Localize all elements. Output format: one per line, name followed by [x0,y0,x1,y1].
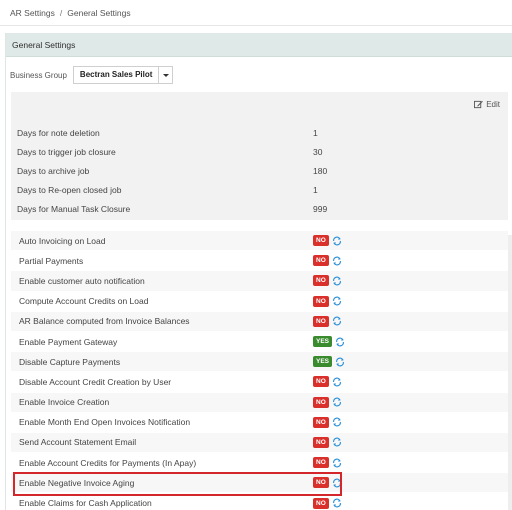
toggle-row: Enable Payment Gateway YES [11,332,508,353]
sync-icon[interactable] [332,397,342,407]
setting-label: Days to archive job [17,166,90,176]
setting-row: Days to Re-open closed job 1 [17,181,497,199]
toggle-row: Partial Payments NO [11,251,508,272]
sync-icon[interactable] [335,357,345,367]
status-badge: YES [313,356,333,368]
toggle-row: Enable Month End Open Invoices Notificat… [11,413,508,433]
status-badge: NO [313,295,329,307]
toggle-settings-list: Auto Invoicing on Load NO Partial Payments… [11,231,508,510]
toggle-row: Disable Account Credit Creation by User N… [11,372,508,393]
toggle-label: Auto Invoicing on Load [19,235,106,246]
toggle-label: Disable Capture Payments [19,356,121,367]
toggle-label: Disable Account Credit Creation by User [19,376,172,387]
toggle-label: Compute Account Credits on Load [19,296,149,307]
sync-icon[interactable] [335,337,345,347]
sync-icon[interactable] [332,296,342,306]
toggle-label: Enable Claims for Cash Application [19,498,152,509]
business-group-row: Business Group Bectran Sales Pilot [10,66,174,84]
toggle-label: Enable customer auto notification [19,275,145,286]
toggle-row: Enable Account Credits for Payments (In … [11,453,508,474]
business-group-select[interactable]: Bectran Sales Pilot [72,66,174,84]
status-badge: NO [313,477,329,489]
sync-icon[interactable] [332,377,342,387]
setting-row: Days for Manual Task Closure 999 [17,200,497,218]
breadcrumb-current: General Settings [67,8,131,18]
toggle-label: Enable Negative Invoice Aging [19,477,135,488]
toggle-label: AR Balance computed from Invoice Balance… [19,316,190,327]
setting-row: Days to archive job 180 [17,162,497,180]
toggle-row: Disable Capture Payments YES [11,352,508,373]
toggle-row: Enable Negative Invoice Aging NO [11,473,508,494]
toggle-label: Enable Payment Gateway [19,336,118,347]
sync-icon[interactable] [332,417,342,427]
panel-title: General Settings [6,33,512,57]
sync-icon[interactable] [332,316,342,326]
breadcrumb-parent-link[interactable]: AR Settings [10,8,55,18]
status-badge: NO [313,416,329,428]
business-group-dropdown-button[interactable] [158,67,172,83]
breadcrumb-separator: / [59,8,63,18]
sync-icon[interactable] [332,437,342,447]
status-badge: NO [313,436,329,448]
status-badge: NO [313,255,329,267]
toggle-row: AR Balance computed from Invoice Balance… [11,311,508,332]
edit-icon [474,100,484,109]
setting-label: Days to trigger job closure [17,147,116,157]
edit-button[interactable]: Edit [474,100,500,109]
setting-row: Days for note deletion 1 [17,124,497,142]
toggle-label: Partial Payments [19,255,84,266]
toggle-row: Enable Invoice Creation NO [11,392,508,413]
numeric-settings-box: Edit Days for note deletion 1 Days to tr… [11,92,508,220]
sync-icon[interactable] [332,478,342,488]
status-badge: YES [313,336,333,348]
toggle-label: Enable Month End Open Invoices Notificat… [19,417,191,428]
status-badge: NO [313,235,329,247]
toggle-label: Enable Account Credits for Payments (In … [19,457,197,468]
status-badge: NO [313,457,329,469]
sync-icon[interactable] [332,256,342,266]
chevron-down-icon [162,73,169,77]
toggle-label: Enable Invoice Creation [19,397,110,408]
toggle-row: Enable customer auto notification NO [11,271,508,292]
setting-value: 1 [313,128,318,138]
toggle-row: Compute Account Credits on Load NO [11,292,508,312]
status-badge: NO [313,275,329,287]
breadcrumb: AR Settings / General Settings [10,8,131,18]
setting-label: Days for Manual Task Closure [17,204,131,214]
status-badge: NO [313,376,329,388]
setting-label: Days for note deletion [17,128,100,138]
status-badge: NO [313,315,329,327]
setting-row: Days to trigger job closure 30 [17,143,497,161]
status-badge: NO [313,396,329,408]
toggle-row: Send Account Statement Email NO [11,432,508,454]
sync-icon[interactable] [332,236,342,246]
toggle-row: Enable Claims for Cash Application NO [11,493,508,510]
setting-value: 30 [313,147,323,157]
sync-icon[interactable] [332,276,342,286]
toggle-label: Send Account Statement Email [19,437,137,448]
divider [0,25,512,26]
sync-icon[interactable] [332,498,342,508]
setting-value: 999 [313,204,328,214]
setting-label: Days to Re-open closed job [17,185,122,195]
business-group-value: Bectran Sales Pilot [79,70,153,79]
toggle-row: Auto Invoicing on Load NO [11,231,508,252]
business-group-label: Business Group [10,70,67,80]
edit-label: Edit [486,100,500,109]
scrollbar[interactable] [508,235,512,510]
setting-value: 1 [313,185,318,195]
sync-icon[interactable] [332,458,342,468]
status-badge: NO [313,497,329,509]
setting-value: 180 [313,166,328,176]
